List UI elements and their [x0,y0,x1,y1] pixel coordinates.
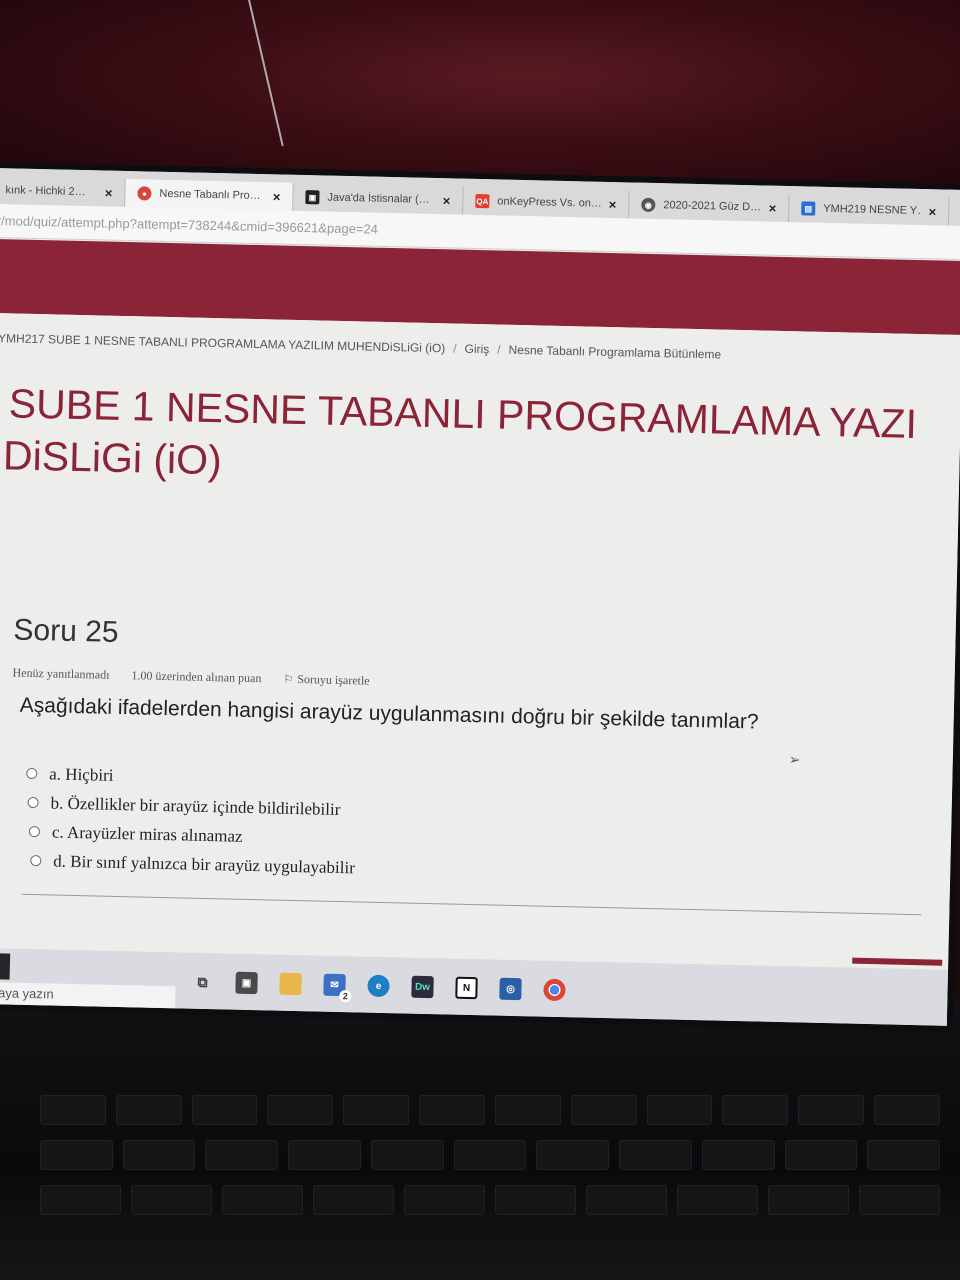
radio-button[interactable] [27,796,39,809]
flag-question-label: Soruyu işaretle [297,672,370,688]
mail-badge: 2 [339,990,352,1003]
mouse-cursor-icon: ➢ [788,751,801,768]
tab-title: 2020-2021 Güz D… [663,199,761,214]
taskbar-icons: ⧉ ▣ ✉ 2 e Dw N ◎ [191,971,566,1003]
browser-tab[interactable]: kınk - Hichki 2… × [0,175,126,207]
laptop-keyboard [0,1000,960,1280]
answer-label: d. Bir sınıf yalnızca bir arayüz uygulay… [53,851,356,877]
answer-label: b. Özellikler bir arayüz içinde bildiril… [50,792,341,819]
flag-icon: ⚐ [283,673,294,686]
question-points: 1.00 üzerinden alınan puan [131,668,262,686]
laptop-screen: kınk - Hichki 2… × ● Nesne Tabanlı Pro… … [0,168,960,1026]
chrome-icon[interactable] [543,978,566,1002]
page-indicator: 19 [0,952,11,980]
page-content: YMH217 SUBE 1 NESNE TABANLI PROGRAMLAMA … [0,312,960,975]
answer-option-d[interactable]: d. Bir sınıf yalnızca bir arayüz uygulay… [30,846,355,882]
flag-question-link[interactable]: ⚐ Soruyu işaretle [283,672,370,689]
tab-title: onKeyPress Vs. on… [497,195,601,210]
url-text[interactable]: r/mod/quiz/attempt.php?attempt=738244&cm… [0,213,378,237]
webpage-favicon-icon: ▣ [305,190,320,205]
globe-favicon-icon: ◉ [641,197,656,213]
close-icon[interactable]: × [443,193,451,208]
taskbar-search-input[interactable]: buraya yazın [0,981,176,1009]
next-button-edge[interactable] [852,957,943,966]
whatsapp-icon[interactable]: ◎ [499,977,522,1001]
radio-button[interactable] [30,855,42,867]
close-icon[interactable]: × [928,204,936,219]
breadcrumb-separator: / [453,341,457,356]
breadcrumb-link-course[interactable]: YMH217 SUBE 1 NESNE TABANLI PROGRAMLAMA … [0,331,445,355]
store-icon[interactable]: ▣ [235,971,258,995]
question-text: Aşağıdaki ifadelerden hangisi arayüz uyg… [19,693,759,734]
background-wall [0,0,960,190]
browser-tab-active[interactable]: ● Nesne Tabanlı Pro… × [125,178,294,211]
browser-tab[interactable]: ◉ 2020-2021 Güz D… × [629,190,790,223]
question-number: Soru 25 [13,613,119,649]
breadcrumb-link-quiz[interactable]: Nesne Tabanlı Programlama Bütünleme [508,343,721,362]
file-explorer-icon[interactable] [279,972,302,996]
breadcrumb-separator: / [497,342,501,357]
breadcrumb: YMH217 SUBE 1 NESNE TABANLI PROGRAMLAMA … [0,331,721,361]
qa-favicon-icon: QA [475,193,490,209]
document-favicon-icon: ▤ [801,201,816,216]
tab-title: Java'da İstisnalar (… [327,191,430,206]
browser-tab[interactable]: ▤ YMH219 NESNE Y… × [788,194,950,226]
answer-options: a. Hiçbiri b. Özellikler bir arayüz için… [24,759,357,882]
radio-button[interactable] [26,767,38,780]
divider [21,893,922,916]
breadcrumb-link-giris[interactable]: Giriş [464,342,489,357]
notion-icon[interactable]: N [455,976,478,1000]
course-title: 7 SUBE 1 NESNE TABANLI PROGRAMLAMA YAZI … [0,377,960,504]
browser-tab[interactable]: ▣ Java'da İstisnalar (… × [293,182,464,215]
tab-title: YMH219 NESNE Y… [823,202,921,218]
browser-tab[interactable]: QA onKeyPress Vs. on… × [463,186,630,219]
answer-label: a. Hiçbiri [49,763,114,785]
mail-icon[interactable]: ✉ 2 [323,973,352,1003]
dreamweaver-icon[interactable]: Dw [411,975,434,999]
moodle-favicon-icon: ● [137,186,152,201]
tab-title: Nesne Tabanlı Pro… [159,187,261,203]
close-icon[interactable]: × [105,185,113,200]
close-icon[interactable]: × [273,189,281,204]
close-icon[interactable]: × [609,196,617,211]
close-icon[interactable]: × [769,200,777,215]
question-status: Henüz yanıtlanmadı [12,665,110,682]
radio-button[interactable] [28,825,41,838]
tab-title: kınk - Hichki 2… [5,184,86,199]
question-info: Henüz yanıtlanmadı 1.00 üzerinden alınan… [12,666,369,689]
answer-label: c. Arayüzler miras alınamaz [51,821,243,846]
task-view-icon[interactable]: ⧉ [191,971,213,993]
edge-icon[interactable]: e [367,974,390,998]
